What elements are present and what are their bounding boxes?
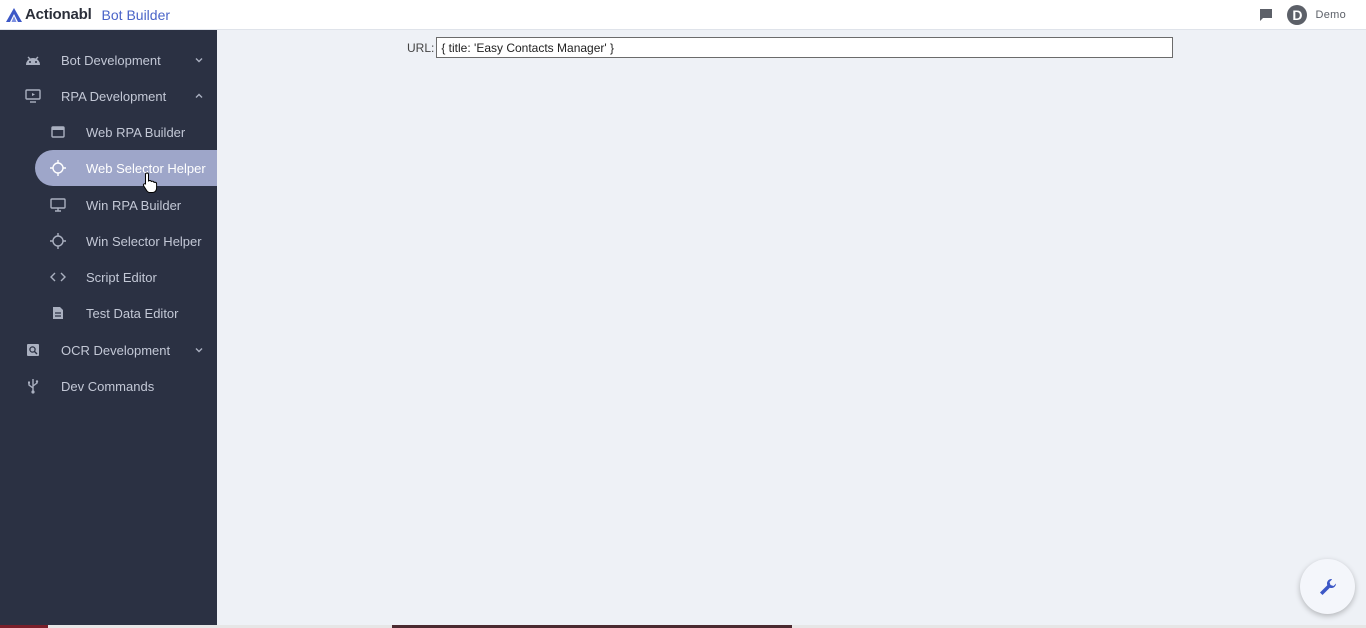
url-row: URL: [407,37,1174,58]
sidebar-item-label: RPA Development [61,88,167,104]
sidebar-item-label: Script Editor [86,269,157,285]
chevron-down-icon[interactable] [193,54,205,66]
crosshair-icon [50,160,66,176]
sidebar-item-web-selector-helper[interactable]: Web Selector Helper [35,150,217,186]
url-input[interactable] [436,37,1174,58]
chevron-up-icon[interactable] [193,90,205,102]
tools-fab-button[interactable] [1300,559,1355,614]
sidebar-item-win-rpa-builder[interactable]: Win RPA Builder [0,187,217,223]
browser-window-icon [50,124,66,140]
sidebar-item-win-selector-helper[interactable]: Win Selector Helper [0,223,217,259]
sidebar-item-dev-commands[interactable]: Dev Commands [0,368,217,404]
sidebar-item-label: Bot Development [61,52,161,68]
desktop-icon [50,197,66,213]
sidebar-item-web-rpa-builder[interactable]: Web RPA Builder [0,114,217,150]
sidebar-item-label: Win RPA Builder [86,197,182,213]
sidebar-item-bot-development[interactable]: Bot Development [0,42,217,78]
brand-name: Actionabl [25,6,92,23]
android-icon [25,52,41,68]
brand[interactable]: Actionabl Bot Builder [6,6,170,23]
sidebar-item-label: Test Data Editor [86,305,179,321]
crosshair-icon [50,233,66,249]
search-document-icon [25,342,41,358]
wrench-icon [1318,577,1338,597]
hand-cursor-icon [142,172,158,194]
code-icon [50,269,66,285]
usb-icon [25,378,41,394]
sidebar-item-ocr-development[interactable]: OCR Development [0,332,217,368]
sidebar-item-label: Win Selector Helper [86,233,202,249]
url-label: URL: [407,40,435,55]
top-bar: Actionabl Bot Builder D Demo [0,0,1366,30]
monitor-play-icon [25,88,41,104]
sidebar-item-script-editor[interactable]: Script Editor [0,259,217,295]
chat-icon[interactable] [1259,8,1273,22]
sidebar-item-test-data-editor[interactable]: Test Data Editor [0,295,217,331]
document-icon [50,305,66,321]
sidebar-item-label: Web RPA Builder [86,124,186,140]
app-subtitle: Bot Builder [101,6,171,23]
sidebar-item-label: Dev Commands [61,378,155,394]
sidebar-item-label: OCR Development [61,342,171,358]
user-name[interactable]: Demo [1315,9,1346,21]
sidebar-item-rpa-development[interactable]: RPA Development [0,78,217,114]
avatar[interactable]: D [1287,5,1308,25]
actionabl-logo [6,7,22,22]
chevron-down-icon[interactable] [193,344,205,356]
sidebar: Bot Development RPA Development Web RPA … [0,30,217,628]
